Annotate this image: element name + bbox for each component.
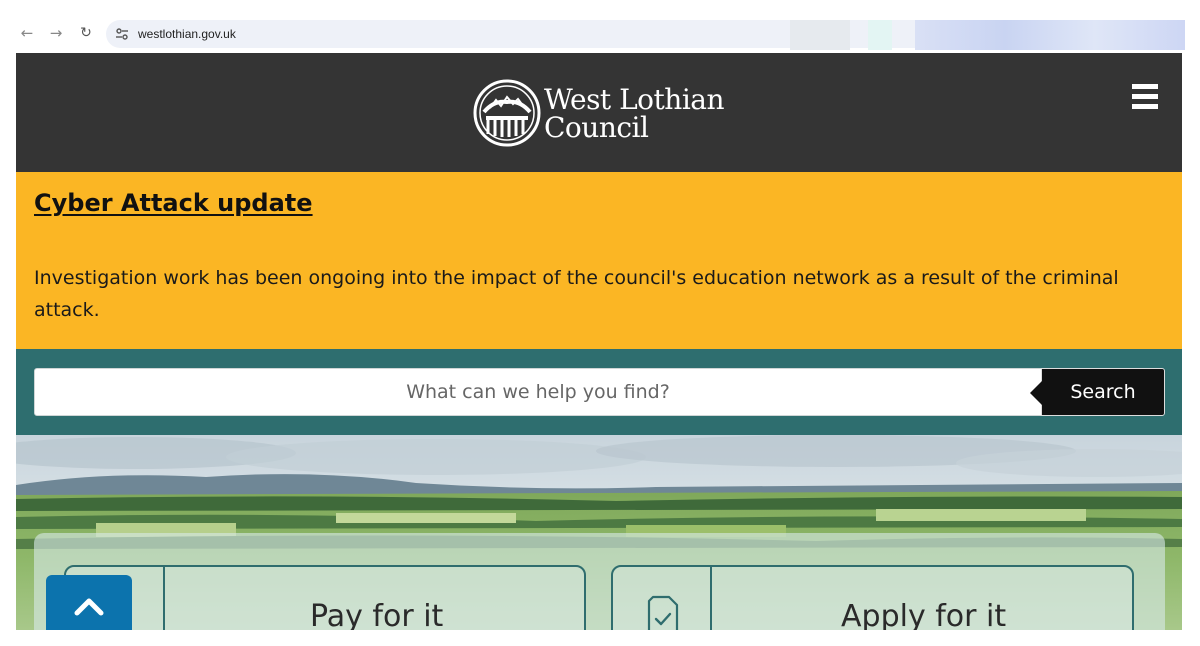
logo-emblem-icon: [473, 79, 541, 147]
site-header: West Lothian Council: [16, 53, 1182, 172]
alert-banner: Cyber Attack update Investigation work h…: [16, 172, 1182, 349]
chevron-up-icon: [74, 598, 104, 616]
apply-for-it-card[interactable]: Apply for it: [611, 565, 1134, 630]
search-input[interactable]: [34, 368, 1042, 416]
card-divider: [163, 567, 165, 630]
website-viewport: West Lothian Council Cyber Attack update…: [16, 53, 1182, 630]
hamburger-menu-icon[interactable]: [1132, 84, 1158, 110]
apply-for-it-label: Apply for it: [841, 599, 1007, 630]
pay-for-it-card[interactable]: Pay for it: [64, 565, 586, 630]
checklist-document-icon: [647, 595, 679, 630]
reload-icon[interactable]: ↻: [77, 24, 95, 42]
browser-toolbar: ← → ↻ westlothian.gov.uk: [0, 0, 1200, 50]
alert-title-link[interactable]: Cyber Attack update: [34, 189, 313, 217]
card-divider: [710, 567, 712, 630]
search-button-pointer: [1030, 381, 1042, 405]
council-logo[interactable]: West Lothian Council: [472, 77, 732, 149]
pay-for-it-label: Pay for it: [310, 599, 444, 630]
search-button[interactable]: Search: [1030, 368, 1165, 416]
site-settings-icon[interactable]: [114, 26, 130, 42]
forward-arrow-icon[interactable]: →: [47, 24, 65, 42]
blurred-extension-area: [790, 20, 850, 50]
blurred-extension-area: [915, 20, 1185, 50]
alert-body-text: Investigation work has been ongoing into…: [34, 267, 1119, 321]
logo-text-line2: Council: [544, 111, 649, 144]
back-to-top-button[interactable]: [46, 575, 132, 630]
search-button-label: Search: [1070, 381, 1136, 403]
url-text: westlothian.gov.uk: [138, 27, 236, 41]
back-arrow-icon[interactable]: ←: [18, 24, 36, 42]
search-section: Search: [16, 349, 1182, 435]
blurred-extension-area: [868, 20, 892, 50]
